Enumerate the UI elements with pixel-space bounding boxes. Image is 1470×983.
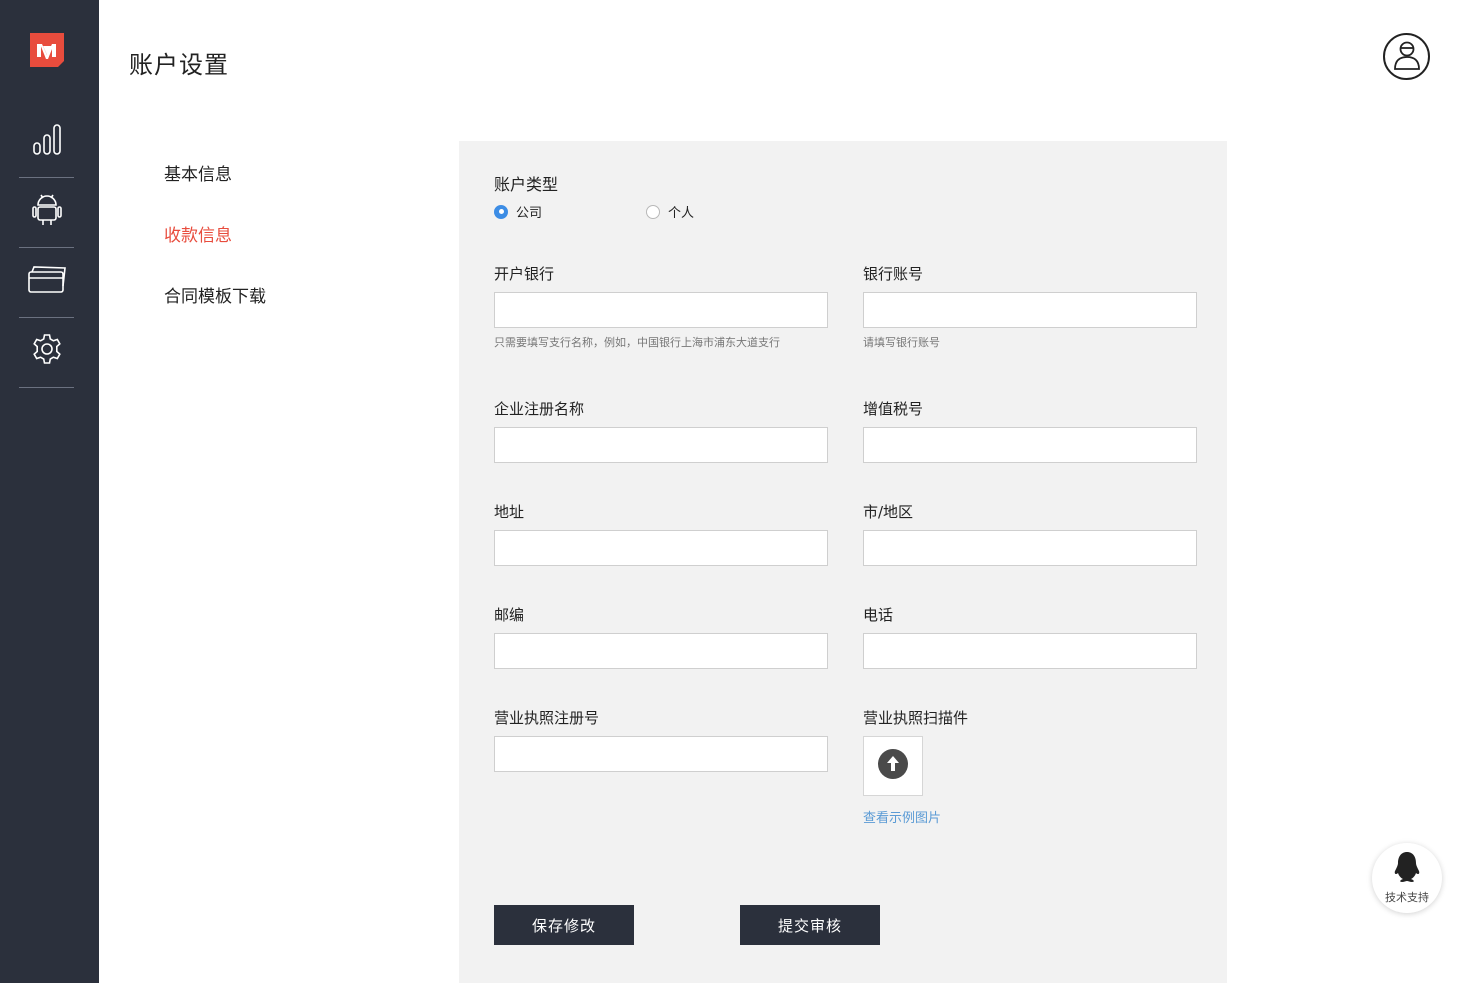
radio-indicator-checked bbox=[494, 204, 508, 219]
tax-number-input[interactable] bbox=[863, 427, 1197, 463]
gear-icon bbox=[31, 333, 63, 369]
account-number-hint: 请填写银行账号 bbox=[863, 336, 940, 349]
company-name-label: 企业注册名称 bbox=[494, 400, 585, 418]
bank-label: 开户银行 bbox=[494, 265, 555, 283]
bar-chart-icon bbox=[32, 123, 62, 159]
phone-input[interactable] bbox=[863, 633, 1197, 669]
sidebar-item-payments[interactable] bbox=[19, 246, 74, 316]
radio-company-label: 公司 bbox=[516, 206, 543, 221]
license-scan-upload[interactable] bbox=[863, 736, 923, 796]
tech-support-button[interactable]: 技术支持 bbox=[1372, 843, 1442, 913]
sidebar-item-statistics[interactable] bbox=[19, 106, 74, 176]
radio-company[interactable]: 公司 bbox=[494, 202, 542, 221]
postcode-input[interactable] bbox=[494, 633, 828, 669]
sidebar-divider bbox=[19, 387, 74, 388]
page-title: 账户设置 bbox=[129, 51, 229, 79]
company-name-input[interactable] bbox=[494, 427, 828, 463]
radio-personal[interactable]: 个人 bbox=[646, 202, 694, 221]
radio-indicator bbox=[646, 204, 660, 219]
sidebar bbox=[0, 0, 99, 983]
brand-logo-icon[interactable] bbox=[30, 33, 64, 67]
license-number-label: 营业执照注册号 bbox=[494, 709, 600, 727]
account-type-label: 账户类型 bbox=[494, 175, 559, 194]
account-number-input[interactable] bbox=[863, 292, 1197, 328]
tech-support-label: 技术支持 bbox=[1385, 891, 1429, 904]
credit-card-icon bbox=[27, 265, 66, 297]
bank-hint: 只需要填写支行名称，例如，中国银行上海市浦东大道支行 bbox=[494, 336, 780, 349]
sidebar-item-settings[interactable] bbox=[19, 316, 74, 386]
tax-number-label: 增值税号 bbox=[863, 400, 924, 418]
account-number-label: 银行账号 bbox=[863, 265, 924, 283]
phone-label: 电话 bbox=[863, 606, 894, 624]
save-button[interactable]: 保存修改 bbox=[494, 905, 634, 945]
qq-penguin-icon bbox=[1393, 851, 1421, 887]
user-avatar-button[interactable] bbox=[1383, 33, 1430, 80]
license-scan-label: 营业执照扫描件 bbox=[863, 709, 969, 727]
postcode-label: 邮编 bbox=[494, 606, 525, 624]
upload-arrow-icon bbox=[878, 749, 908, 783]
submit-review-button[interactable]: 提交审核 bbox=[740, 905, 880, 945]
example-image-link[interactable]: 查看示例图片 bbox=[863, 807, 941, 826]
license-number-input[interactable] bbox=[494, 736, 828, 772]
subnav-payment-info[interactable]: 收款信息 bbox=[164, 221, 232, 246]
radio-personal-label: 个人 bbox=[668, 206, 695, 221]
user-avatar-icon bbox=[1392, 39, 1422, 75]
bank-input[interactable] bbox=[494, 292, 828, 328]
city-label: 市/地区 bbox=[863, 503, 914, 521]
sidebar-item-apps[interactable] bbox=[19, 176, 74, 246]
subnav-contract-download[interactable]: 合同模板下载 bbox=[164, 282, 266, 307]
city-input[interactable] bbox=[863, 530, 1197, 566]
address-input[interactable] bbox=[494, 530, 828, 566]
subnav-basic-info[interactable]: 基本信息 bbox=[164, 160, 232, 185]
payment-info-form: 账户类型 公司 个人 开户银行 只需要填写支行名称，例如，中国银行上海市浦东大道… bbox=[459, 141, 1227, 983]
android-icon bbox=[31, 191, 62, 231]
address-label: 地址 bbox=[494, 503, 525, 521]
